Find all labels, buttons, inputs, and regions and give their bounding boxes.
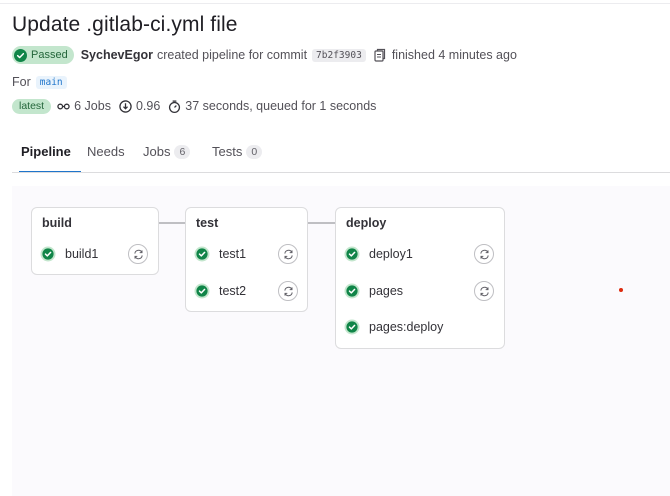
jobs-count: 6 Jobs (57, 99, 111, 113)
status-success-icon (40, 246, 56, 262)
retry-button[interactable] (278, 244, 298, 264)
jobs-count-text: 6 Jobs (74, 99, 111, 113)
retry-icon (479, 286, 489, 296)
page-title: Update .gitlab-ci.yml file (12, 13, 238, 36)
retry-button[interactable] (278, 281, 298, 301)
stage-title: build (42, 216, 72, 230)
branch-link[interactable]: main (35, 75, 67, 89)
status-success-icon (344, 283, 360, 299)
retry-button[interactable] (474, 244, 494, 264)
status-badge[interactable]: Passed (12, 46, 74, 64)
stage-test: test test1 test2 (185, 207, 308, 312)
tab-tests[interactable]: Tests 0 (212, 144, 263, 159)
job-pages-deploy[interactable]: pages:deploy (344, 316, 443, 338)
duration-text: 37 seconds, queued for 1 seconds (185, 99, 377, 113)
tab-label: Pipeline (21, 144, 71, 159)
tab-count: 6 (174, 144, 191, 159)
tabs-divider (12, 172, 670, 173)
coverage-text: 0.96 (135, 99, 161, 113)
job-pages[interactable]: pages (344, 280, 403, 302)
job-deploy1[interactable]: deploy1 (344, 243, 413, 265)
job-test2[interactable]: test2 (194, 280, 246, 302)
stage-connector (308, 222, 336, 224)
tab-label: Needs (87, 144, 125, 159)
check-circle-icon (14, 48, 27, 62)
job-name: deploy1 (369, 247, 413, 261)
pipeline-graph: build build1 test test1 test2 deploy dep… (12, 186, 670, 496)
stage-connector (158, 222, 186, 224)
tab-jobs[interactable]: Jobs 6 (143, 144, 191, 159)
job-name: pages (369, 284, 404, 298)
coverage-icon (119, 99, 132, 113)
commit-sha[interactable]: 7b2f3903 (312, 48, 366, 62)
tab-needs[interactable]: Needs (87, 144, 125, 159)
retry-icon (283, 286, 293, 296)
created-text: created pipeline for commit (156, 48, 308, 62)
branch-row: For main (12, 73, 67, 91)
finished-text: finished 4 minutes ago (391, 48, 517, 62)
duration: 37 seconds, queued for 1 seconds (168, 99, 376, 113)
cursor-dot (619, 288, 623, 292)
stage-deploy: deploy deploy1 pages pages:deploy (335, 207, 505, 349)
copy-icon[interactable] (374, 48, 386, 62)
status-label: Passed (31, 49, 68, 61)
retry-icon (283, 249, 293, 259)
latest-badge: latest (12, 98, 52, 114)
stage-title: deploy (346, 216, 387, 230)
retry-icon (133, 249, 143, 259)
job-name: pages:deploy (369, 320, 444, 334)
job-name: test1 (219, 247, 247, 261)
stage-build: build build1 (31, 207, 159, 275)
author-link[interactable]: SychevEgor (81, 48, 153, 62)
status-success-icon (344, 319, 360, 335)
job-build1[interactable]: build1 (40, 243, 98, 265)
retry-button[interactable] (128, 244, 148, 264)
tab-label: Tests (212, 144, 243, 159)
job-name: test2 (219, 284, 247, 298)
retry-icon (479, 249, 489, 259)
job-name: build1 (65, 247, 99, 261)
tab-label: Jobs (143, 144, 171, 159)
tab-pipeline[interactable]: Pipeline (19, 144, 81, 173)
status-success-icon (344, 246, 360, 262)
tab-count: 0 (246, 144, 263, 159)
stage-title: test (196, 216, 219, 230)
timer-icon (169, 99, 181, 113)
for-label: For (12, 75, 31, 89)
pipeline-tabs: Pipeline Needs Jobs 6 Tests 0 (12, 140, 670, 173)
coverage: 0.96 (119, 99, 160, 113)
status-success-icon (194, 283, 210, 299)
status-success-icon (194, 246, 210, 262)
pipeline-meta-row: latest 6 Jobs 0.96 37 seconds, queued fo… (12, 96, 376, 116)
pipeline-status-row: Passed SychevEgor created pipeline for c… (12, 45, 517, 65)
retry-button[interactable] (474, 281, 494, 301)
job-test1[interactable]: test1 (194, 243, 246, 265)
pipeline-icon (57, 103, 70, 109)
top-divider (0, 3, 670, 4)
